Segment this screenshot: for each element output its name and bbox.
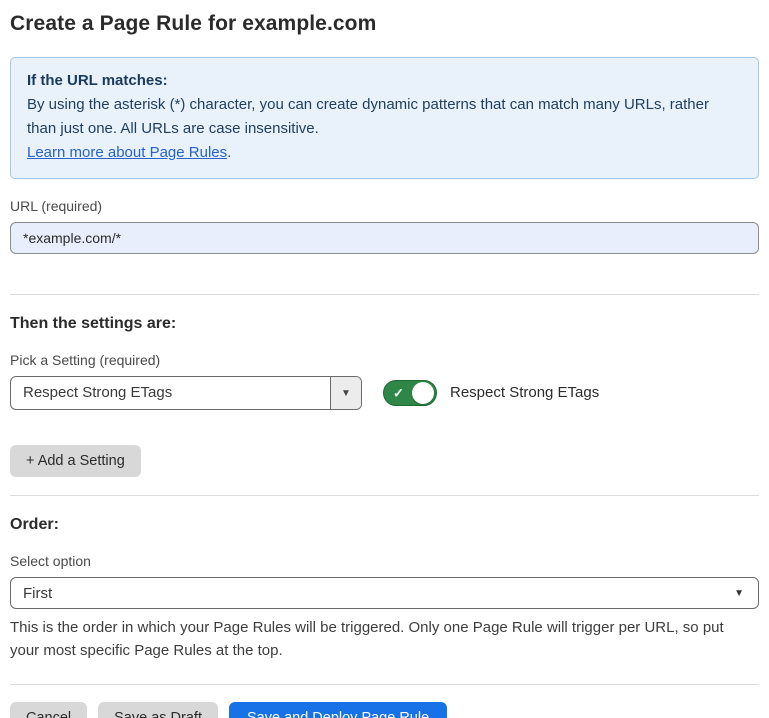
url-match-info-box: If the URL matches: By using the asteris…: [10, 57, 759, 179]
url-input[interactable]: [10, 222, 759, 254]
footer-actions: Cancel Save as Draft Save and Deploy Pag…: [10, 702, 759, 718]
setting-picker-label: Pick a Setting (required): [10, 352, 759, 368]
setting-select-value: Respect Strong ETags: [11, 377, 330, 409]
setting-select-arrow-button[interactable]: ▼: [330, 377, 361, 409]
check-icon: ✓: [393, 387, 404, 400]
footer-divider: [10, 684, 759, 685]
page-title: Create a Page Rule for example.com: [10, 0, 759, 36]
save-deploy-button[interactable]: Save and Deploy Page Rule: [229, 702, 447, 718]
toggle-knob: [412, 382, 434, 404]
order-select-label: Select option: [10, 553, 759, 569]
save-draft-button[interactable]: Save as Draft: [98, 702, 218, 718]
chevron-down-icon: ▼: [341, 388, 351, 399]
setting-toggle[interactable]: ✓: [383, 380, 437, 406]
add-setting-button[interactable]: + Add a Setting: [10, 445, 141, 477]
info-box-heading: If the URL matches:: [27, 69, 742, 93]
chevron-down-icon: ▼: [734, 578, 758, 608]
order-help-text: This is the order in which your Page Rul…: [10, 616, 755, 662]
url-field-label: URL (required): [10, 198, 759, 214]
link-period: .: [227, 144, 231, 161]
cancel-button[interactable]: Cancel: [10, 702, 87, 718]
section-divider: [10, 495, 759, 496]
info-box-body: By using the asterisk (*) character, you…: [27, 93, 742, 141]
order-section-heading: Order:: [10, 516, 759, 534]
info-box-link-line: Learn more about Page Rules.: [27, 141, 742, 165]
setting-select[interactable]: Respect Strong ETags ▼: [10, 376, 362, 410]
order-select[interactable]: First ▼: [10, 577, 759, 609]
settings-section-heading: Then the settings are:: [10, 315, 759, 333]
order-select-value: First: [11, 578, 734, 608]
setting-row: Respect Strong ETags ▼ ✓ Respect Strong …: [10, 376, 759, 410]
setting-toggle-label: Respect Strong ETags: [450, 380, 599, 406]
learn-more-link[interactable]: Learn more about Page Rules: [27, 144, 227, 161]
section-divider: [10, 294, 759, 295]
